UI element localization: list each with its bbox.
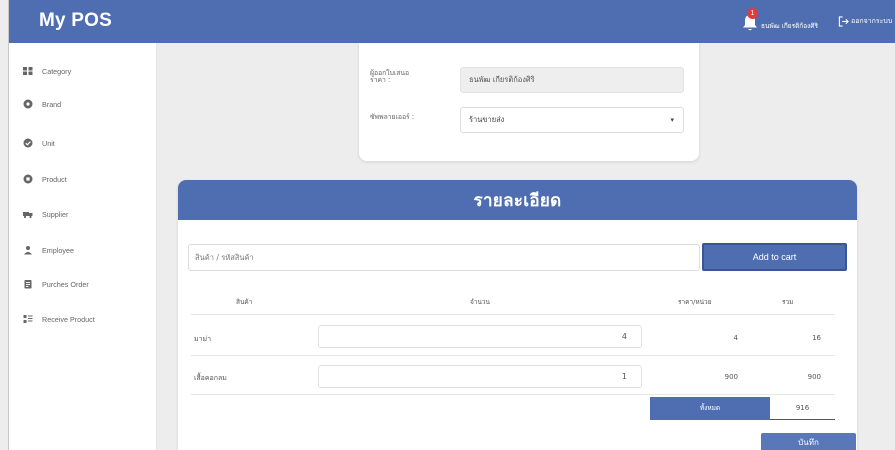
column-header-product: สินค้า xyxy=(236,298,253,306)
table-divider xyxy=(191,394,835,395)
sidebar-item-brand[interactable]: Brand xyxy=(23,96,61,112)
save-button[interactable]: บันทึก xyxy=(761,433,856,450)
product-icon xyxy=(23,174,33,184)
grand-total-value: 916 xyxy=(770,397,835,420)
detail-title: รายละเอียด xyxy=(178,180,857,220)
detail-panel: รายละเอียด Add to cart สินค้า จำนวน ราคา… xyxy=(178,180,857,450)
sidebar-item-supplier[interactable]: Supplier xyxy=(23,206,68,222)
chevron-down-icon: ▾ xyxy=(670,116,674,124)
row-total: 16 xyxy=(812,334,821,342)
sidebar-item-purchase-order[interactable]: Purches Order xyxy=(23,276,89,292)
row-unit-price: 4 xyxy=(733,334,738,342)
supplier-selected-value: ร้านขายส่ง xyxy=(469,115,505,124)
notification-button[interactable]: 1 xyxy=(742,8,758,32)
order-form-card: ผู้ออกใบเสนอราคา : ธนพัฒ เกียรติก้องศิริ… xyxy=(359,43,699,161)
category-icon xyxy=(23,67,33,75)
sidebar-item-label: Brand xyxy=(42,99,62,109)
column-header-quantity: จำนวน xyxy=(470,298,490,306)
sidebar-item-employee[interactable]: Employee xyxy=(23,242,74,258)
row-product-name: เสื้อคอกลม xyxy=(194,374,227,382)
employee-icon xyxy=(24,246,32,255)
quantity-input[interactable]: 4 xyxy=(318,325,642,348)
logout-button[interactable]: ออกจากระบบ xyxy=(838,16,892,27)
sidebar-item-product[interactable]: Product xyxy=(23,171,67,187)
receive-product-icon xyxy=(23,315,33,323)
quote-issuer-label: ผู้ออกใบเสนอราคา : xyxy=(370,69,410,84)
column-header-total: รวม xyxy=(782,298,794,306)
quantity-input[interactable]: 1 xyxy=(318,365,642,388)
supplier-icon xyxy=(23,212,33,219)
supplier-select[interactable]: ร้านขายส่ง ▾ xyxy=(460,107,684,133)
sidebar-item-label: Unit xyxy=(42,138,55,148)
sidebar-item-label: Supplier xyxy=(42,209,69,219)
top-navbar: My POS 1 ธนพัฒ เกียรติก้องศิริ ออกจากระบ… xyxy=(9,0,895,43)
add-to-cart-button[interactable]: Add to cart xyxy=(702,243,847,271)
product-search-input[interactable] xyxy=(188,244,700,271)
sidebar-item-label: Employee xyxy=(42,245,74,255)
sidebar-item-label: Purches Order xyxy=(42,279,89,289)
logout-label: ออกจากระบบ xyxy=(851,17,893,25)
quote-issuer-field: ธนพัฒ เกียรติก้องศิริ xyxy=(460,67,684,93)
sidebar-item-label: Receive Product xyxy=(42,314,95,324)
grand-total-label: ทั้งหมด xyxy=(650,397,770,420)
row-product-name: มาม่า xyxy=(194,335,212,343)
sidebar-item-receive-product[interactable]: Receive Product xyxy=(23,311,95,327)
sidebar-item-label: Product xyxy=(42,174,67,184)
brand-icon xyxy=(23,99,33,109)
unit-icon xyxy=(23,138,33,148)
table-divider xyxy=(191,314,835,315)
sidebar-item-unit[interactable]: Unit xyxy=(23,135,55,151)
sidebar-item-category[interactable]: Category xyxy=(23,63,71,79)
row-total: 900 xyxy=(807,373,821,381)
notification-badge: 1 xyxy=(747,8,758,19)
supplier-label: ซัพพลายเออร์ : xyxy=(370,113,415,121)
current-user[interactable]: ธนพัฒ เกียรติก้องศิริ xyxy=(761,21,818,31)
column-header-unit-price: ราคา/หน่วย xyxy=(678,298,712,306)
sidebar-item-label: Category xyxy=(42,66,72,76)
sidebar: Category Brand Unit Product Supplier Emp… xyxy=(9,43,157,450)
logout-icon xyxy=(838,16,849,27)
row-unit-price: 900 xyxy=(724,373,738,381)
purchase-order-icon xyxy=(24,280,32,289)
table-divider xyxy=(191,355,835,356)
app-title[interactable]: My POS xyxy=(39,10,112,32)
